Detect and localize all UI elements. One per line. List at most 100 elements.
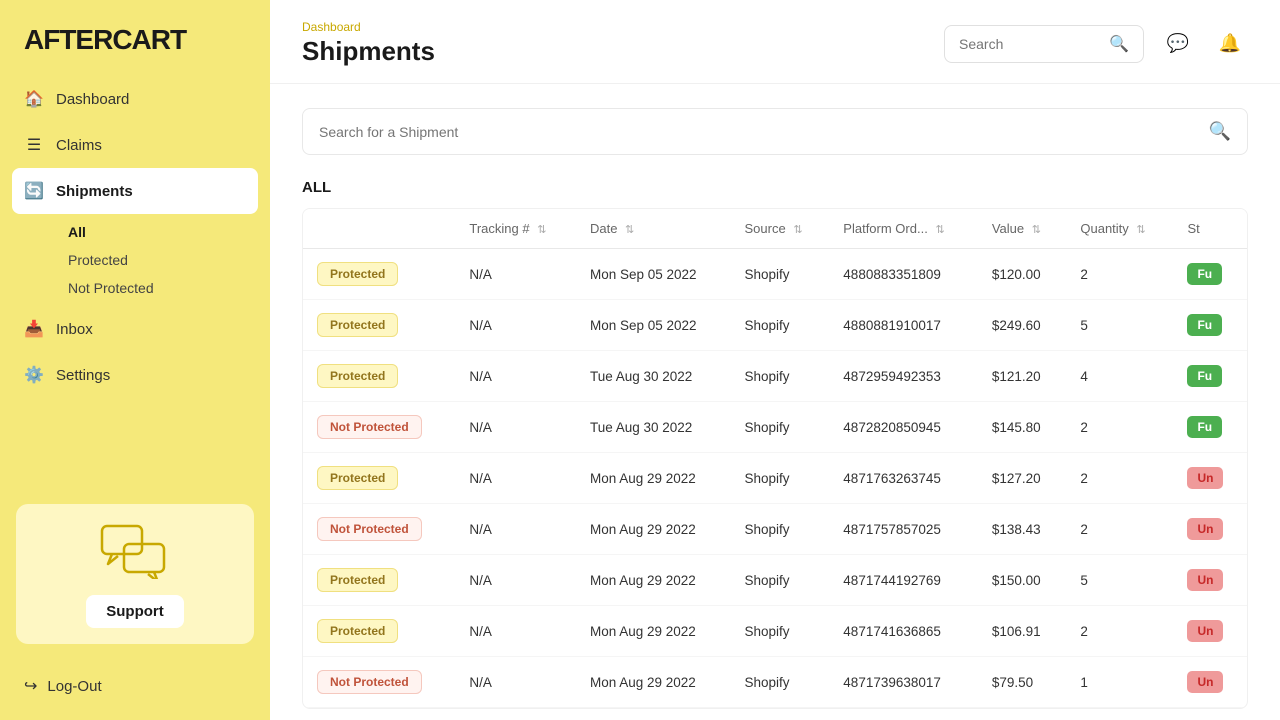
shipments-subnav: All Protected Not Protected (0, 214, 270, 306)
shipments-table: Tracking # ⇅ Date ⇅ Source ⇅ Platform Or… (303, 209, 1247, 708)
cell-protection: Protected (303, 351, 455, 402)
cell-status: Un (1173, 504, 1247, 555)
table-row[interactable]: Not Protected N/A Tue Aug 30 2022 Shopif… (303, 402, 1247, 453)
table-row[interactable]: Protected N/A Mon Sep 05 2022 Shopify 48… (303, 300, 1247, 351)
cell-source: Shopify (731, 351, 830, 402)
table-body: Protected N/A Mon Sep 05 2022 Shopify 48… (303, 249, 1247, 708)
cell-status: Un (1173, 657, 1247, 708)
status-badge: Un (1187, 620, 1223, 642)
subnav-not-protected[interactable]: Not Protected (56, 274, 270, 302)
cell-tracking: N/A (455, 555, 576, 606)
protection-badge: Not Protected (317, 670, 422, 694)
sidebar-item-label: Settings (56, 367, 110, 384)
col-header-value[interactable]: Value ⇅ (978, 209, 1067, 249)
sidebar-item-dashboard[interactable]: 🏠 Dashboard (0, 76, 270, 122)
col-header-status[interactable]: St (1173, 209, 1247, 249)
cell-tracking: N/A (455, 606, 576, 657)
support-card: Support (16, 504, 254, 644)
status-badge: Un (1187, 569, 1223, 591)
cell-quantity: 2 (1066, 606, 1173, 657)
cell-tracking: N/A (455, 402, 576, 453)
cell-date: Mon Sep 05 2022 (576, 249, 731, 300)
cell-date: Mon Aug 29 2022 (576, 453, 731, 504)
app-logo: AFTERCART (0, 0, 270, 76)
cell-source: Shopify (731, 249, 830, 300)
sidebar-item-label: Shipments (56, 183, 133, 200)
cell-value: $106.91 (978, 606, 1067, 657)
cell-value: $150.00 (978, 555, 1067, 606)
sidebar: AFTERCART 🏠 Dashboard ☰ Claims 🔄 Shipmen… (0, 0, 270, 720)
header-right: 🔍 💬 🔔 (944, 25, 1248, 63)
cell-source: Shopify (731, 555, 830, 606)
subnav-all[interactable]: All (56, 218, 270, 246)
table-row[interactable]: Protected N/A Mon Aug 29 2022 Shopify 48… (303, 453, 1247, 504)
messages-icon[interactable]: 💬 (1160, 26, 1196, 62)
protection-badge: Protected (317, 568, 398, 592)
table-row[interactable]: Protected N/A Tue Aug 30 2022 Shopify 48… (303, 351, 1247, 402)
sidebar-item-inbox[interactable]: 📥 Inbox (0, 306, 270, 352)
table-row[interactable]: Protected N/A Mon Sep 05 2022 Shopify 48… (303, 249, 1247, 300)
table-row[interactable]: Not Protected N/A Mon Aug 29 2022 Shopif… (303, 657, 1247, 708)
status-badge: Fu (1187, 263, 1222, 285)
protection-badge: Protected (317, 262, 398, 286)
cell-quantity: 5 (1066, 555, 1173, 606)
protection-badge: Protected (317, 313, 398, 337)
cell-value: $121.20 (978, 351, 1067, 402)
content-area: 🔍 ALL Tracking # ⇅ Date ⇅ Source ⇅ Platf… (270, 84, 1280, 720)
sidebar-item-claims[interactable]: ☰ Claims (0, 122, 270, 168)
cell-protection: Protected (303, 453, 455, 504)
table-row[interactable]: Protected N/A Mon Aug 29 2022 Shopify 48… (303, 606, 1247, 657)
cell-platform-order: 4872959492353 (829, 351, 978, 402)
cell-source: Shopify (731, 657, 830, 708)
cell-value: $79.50 (978, 657, 1067, 708)
sidebar-item-shipments[interactable]: 🔄 Shipments (12, 168, 258, 214)
cell-tracking: N/A (455, 249, 576, 300)
protection-badge: Protected (317, 364, 398, 388)
status-badge: Un (1187, 671, 1223, 693)
header-search-input[interactable] (959, 36, 1101, 52)
shipment-search-bar[interactable]: 🔍 (302, 108, 1248, 155)
col-header-platform-order[interactable]: Platform Ord... ⇅ (829, 209, 978, 249)
cell-tracking: N/A (455, 657, 576, 708)
inbox-icon: 📥 (24, 319, 44, 339)
cell-source: Shopify (731, 402, 830, 453)
shipments-table-wrapper: Tracking # ⇅ Date ⇅ Source ⇅ Platform Or… (302, 208, 1248, 709)
col-header-tracking[interactable]: Tracking # ⇅ (455, 209, 576, 249)
cell-value: $120.00 (978, 249, 1067, 300)
cell-protection: Protected (303, 606, 455, 657)
shipment-search-input[interactable] (319, 124, 1199, 140)
cell-platform-order: 4871763263745 (829, 453, 978, 504)
cell-status: Un (1173, 555, 1247, 606)
cell-status: Fu (1173, 300, 1247, 351)
header-left: Dashboard Shipments (302, 20, 435, 67)
cell-value: $145.80 (978, 402, 1067, 453)
table-row[interactable]: Not Protected N/A Mon Aug 29 2022 Shopif… (303, 504, 1247, 555)
support-button[interactable]: Support (86, 595, 184, 628)
cell-platform-order: 4872820850945 (829, 402, 978, 453)
logout-button[interactable]: ↪ Log-Out (0, 660, 270, 720)
table-row[interactable]: Protected N/A Mon Aug 29 2022 Shopify 48… (303, 555, 1247, 606)
cell-date: Mon Aug 29 2022 (576, 606, 731, 657)
cell-source: Shopify (731, 453, 830, 504)
cell-platform-order: 4871744192769 (829, 555, 978, 606)
notifications-icon[interactable]: 🔔 (1212, 26, 1248, 62)
cell-status: Fu (1173, 402, 1247, 453)
cell-value: $249.60 (978, 300, 1067, 351)
pagination: Rows per page: 10 25 50 1–10 of 67 ⏮ ‹ ›… (302, 709, 1248, 720)
cell-quantity: 2 (1066, 402, 1173, 453)
cell-platform-order: 4871757857025 (829, 504, 978, 555)
col-header-source[interactable]: Source ⇅ (731, 209, 830, 249)
header-search-box[interactable]: 🔍 (944, 25, 1144, 63)
cell-protection: Not Protected (303, 504, 455, 555)
cell-platform-order: 4880881910017 (829, 300, 978, 351)
sidebar-item-settings[interactable]: ⚙️ Settings (0, 352, 270, 398)
support-chat-icon (100, 524, 170, 579)
settings-icon: ⚙️ (24, 365, 44, 385)
cell-status: Un (1173, 453, 1247, 504)
cell-protection: Protected (303, 249, 455, 300)
cell-platform-order: 4880883351809 (829, 249, 978, 300)
subnav-protected[interactable]: Protected (56, 246, 270, 274)
col-header-quantity[interactable]: Quantity ⇅ (1066, 209, 1173, 249)
col-header-date[interactable]: Date ⇅ (576, 209, 731, 249)
sidebar-item-label: Dashboard (56, 91, 129, 108)
